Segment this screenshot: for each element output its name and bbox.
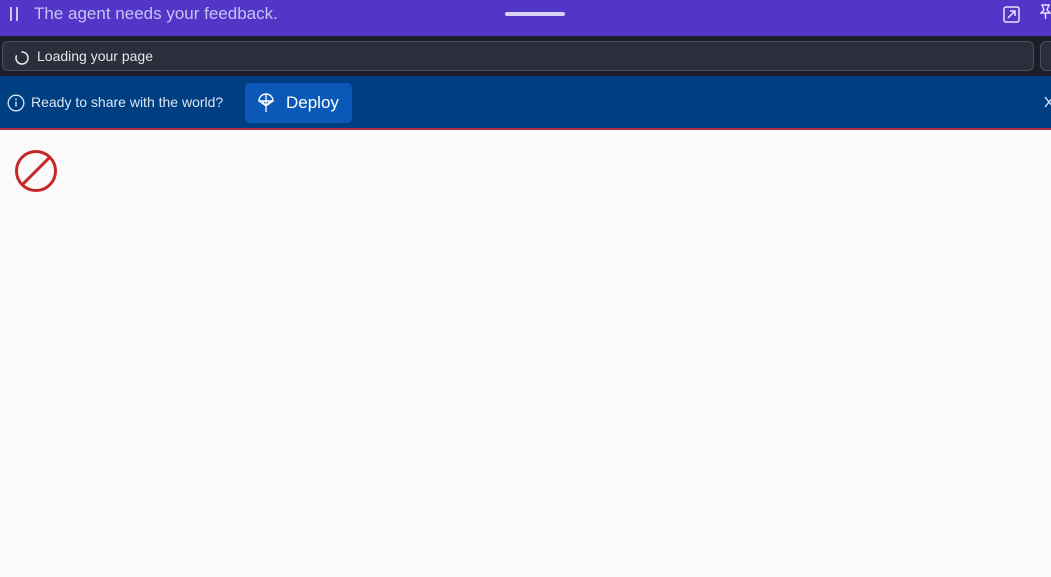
loading-status: Loading your page <box>37 48 153 64</box>
deploy-button[interactable]: Deploy <box>245 83 352 123</box>
spinner-icon <box>15 51 29 65</box>
deploy-prompt: Ready to share with the world? <box>31 94 224 110</box>
deploy-label: Deploy <box>286 93 339 112</box>
page-content <box>0 131 1051 577</box>
agent-message: The agent needs your feedback. <box>34 4 278 23</box>
blocked-icon <box>15 150 57 192</box>
pin-icon[interactable] <box>1040 4 1051 20</box>
address-row: Loading your page <box>0 36 1051 76</box>
close-icon[interactable] <box>1044 96 1051 108</box>
expand-icon[interactable] <box>1003 6 1020 23</box>
info-icon <box>7 94 25 112</box>
pause-icon[interactable] <box>9 7 19 21</box>
side-button[interactable] <box>1040 41 1051 71</box>
deploy-icon <box>258 93 274 112</box>
agent-bar: The agent needs your feedback. <box>0 0 1051 36</box>
address-field[interactable]: Loading your page <box>2 41 1034 71</box>
drag-handle[interactable] <box>505 12 565 16</box>
deploy-banner: Ready to share with the world? Deploy <box>0 76 1051 130</box>
